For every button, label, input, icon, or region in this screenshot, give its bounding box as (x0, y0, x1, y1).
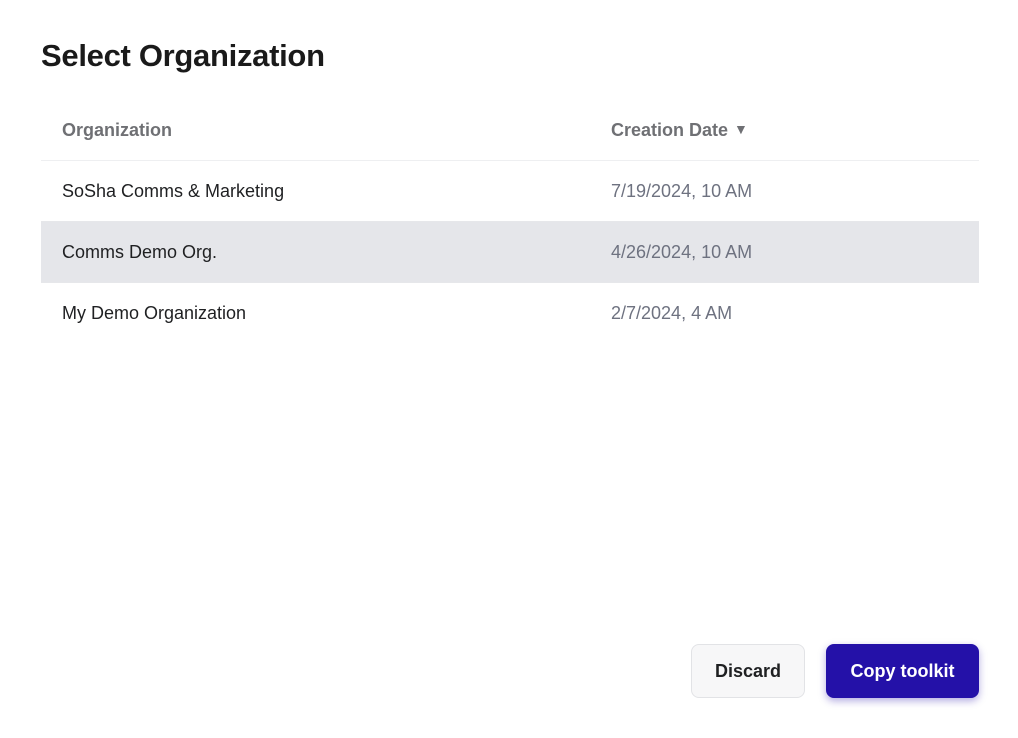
sort-descending-icon[interactable]: ▼ (734, 121, 748, 137)
column-header-creation-date-label: Creation Date (611, 119, 729, 140)
organization-name: SoSha Comms & Marketing (62, 180, 285, 201)
table-row-selected[interactable]: Comms Demo Org. 4/26/2024, 10 AM (41, 222, 979, 283)
organization-name: Comms Demo Org. (62, 241, 218, 262)
column-header-creation-date[interactable]: Creation Date ▼ (611, 100, 748, 160)
column-header-organization[interactable]: Organization (62, 100, 172, 160)
table-row[interactable]: My Demo Organization 2/7/2024, 4 AM (41, 283, 979, 344)
organization-name: My Demo Organization (62, 303, 247, 323)
table-header: Organization Creation Date ▼ (41, 100, 979, 161)
table-row[interactable]: SoSha Comms & Marketing 7/19/2024, 10 AM (41, 161, 979, 222)
creation-date: 4/26/2024, 10 AM (611, 241, 753, 262)
copy-toolkit-button[interactable]: Copy toolkit (826, 644, 979, 698)
dialog-title: Select Organization (41, 38, 325, 73)
dialog-actions: Discard Copy toolkit (691, 644, 979, 698)
organization-table: Organization Creation Date ▼ SoSha Comms… (41, 100, 979, 344)
select-organization-dialog: Select Organization Organization Creatio… (0, 0, 1018, 738)
creation-date: 7/19/2024, 10 AM (611, 180, 753, 201)
discard-button[interactable]: Discard (691, 644, 805, 698)
column-header-organization-label: Organization (62, 119, 173, 140)
creation-date: 2/7/2024, 4 AM (611, 303, 733, 323)
